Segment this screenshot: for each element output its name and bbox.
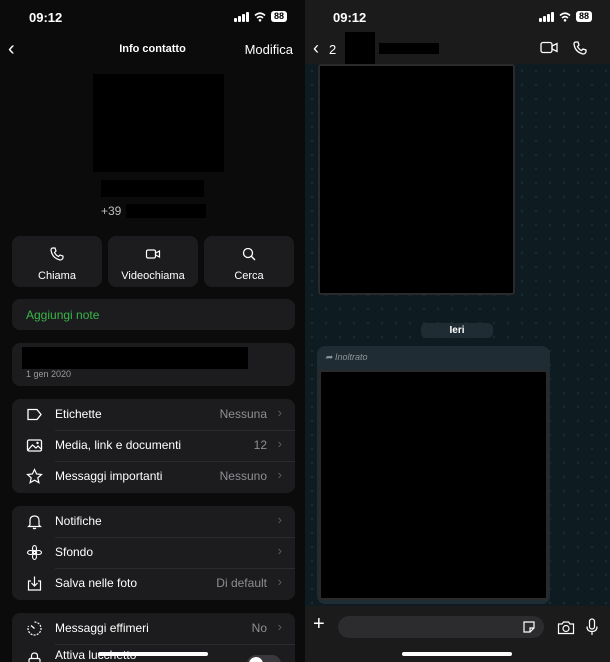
video-call-button[interactable]: Videochiama (108, 236, 198, 287)
labels-row[interactable]: Etichette Nessuna › (12, 399, 295, 430)
forwarded-label: ➦ Inoltrato (325, 352, 368, 362)
media-row[interactable]: Media, link e documenti 12 › (12, 430, 295, 461)
home-indicator (98, 652, 208, 656)
back-button[interactable]: ‹ (313, 38, 319, 59)
wifi-icon (559, 11, 571, 22)
wallpaper-icon (26, 544, 43, 561)
about-card: 1 gen 2020 (12, 343, 295, 386)
chevron-right-icon: › (277, 467, 282, 482)
label-icon (27, 408, 42, 421)
chat-screen: 09:12 88 ‹ 2 Ieri ➦ Inoltrato + (305, 0, 610, 662)
notifications-row[interactable]: Notifiche › (12, 506, 295, 537)
star-icon (26, 468, 43, 484)
disappearing-messages-value: No (251, 621, 267, 635)
disappearing-messages-row[interactable]: Messaggi effimeri No › (12, 613, 295, 644)
info-group-2: Notifiche › Sfondo › Salva nelle foto Di… (12, 506, 295, 600)
chat-lock-toggle[interactable] (247, 655, 281, 662)
chevron-right-icon: › (277, 436, 282, 451)
phone-number-redacted (126, 204, 206, 218)
wallpaper-row[interactable]: Sfondo › (12, 537, 295, 568)
plus-icon[interactable]: + (313, 613, 325, 636)
chevron-right-icon: › (277, 405, 282, 420)
wallpaper-label: Sfondo (55, 545, 94, 559)
date-separator: Ieri (421, 323, 493, 338)
forwarded-message[interactable]: ➦ Inoltrato (317, 346, 550, 604)
starred-messages-label: Messaggi importanti (55, 469, 163, 483)
forwarded-media[interactable] (319, 370, 548, 600)
edit-button[interactable]: Modifica (245, 42, 293, 57)
call-label: Chiama (38, 270, 76, 282)
search-button[interactable]: Cerca (204, 236, 294, 287)
phone-icon (50, 247, 64, 261)
wifi-icon (254, 11, 266, 22)
battery-icon: 88 (575, 11, 592, 22)
phone-icon[interactable] (572, 40, 588, 56)
status-icons: 88 (233, 11, 287, 22)
signal-icon (538, 11, 554, 22)
status-time: 09:12 (29, 10, 63, 25)
battery-icon: 88 (270, 11, 287, 22)
add-notes-button[interactable]: Aggiungi note (12, 299, 295, 330)
media-message[interactable] (318, 64, 515, 295)
sticker-icon[interactable] (522, 620, 536, 634)
status-bar: 09:12 88 (0, 0, 305, 34)
status-icons: 88 (538, 11, 592, 22)
disappearing-messages-label: Messaggi effimeri (55, 621, 149, 635)
bell-icon (27, 515, 42, 530)
contact-name-redacted (101, 180, 204, 197)
media-icon (26, 439, 43, 452)
about-date: 1 gen 2020 (26, 369, 72, 379)
contact-avatar-redacted[interactable] (345, 32, 375, 64)
timer-icon (27, 621, 42, 636)
starred-messages-value: Nessuno (219, 469, 267, 483)
about-text-redacted (22, 347, 248, 369)
lock-icon (28, 652, 41, 662)
save-to-photos-row[interactable]: Salva nelle foto Di default › (12, 568, 295, 599)
message-composer: + (305, 606, 610, 662)
info-group-1: Etichette Nessuna › Media, link e docume… (12, 399, 295, 493)
labels-label: Etichette (55, 407, 102, 421)
media-count: 12 (253, 438, 267, 452)
status-time: 09:12 (333, 10, 367, 25)
chevron-right-icon: › (277, 543, 282, 558)
camera-icon[interactable] (557, 620, 575, 635)
profile-photo-redacted[interactable] (93, 74, 224, 172)
message-input[interactable] (338, 616, 544, 638)
video-icon (145, 249, 161, 259)
search-label: Cerca (234, 270, 264, 282)
chat-header: 09:12 88 ‹ 2 (305, 0, 610, 64)
save-to-photos-value: Di default (216, 576, 267, 590)
media-label: Media, link e documenti (55, 438, 182, 452)
labels-value: Nessuna (219, 407, 267, 421)
video-call-label: Videochiama (121, 270, 185, 282)
call-button[interactable]: Chiama (12, 236, 102, 287)
forwarded-text: Inoltrato (335, 352, 368, 362)
add-notes-label: Aggiungi note (26, 308, 100, 322)
contact-name-redacted[interactable] (379, 43, 439, 54)
search-icon (242, 247, 256, 261)
chevron-right-icon: › (277, 512, 282, 527)
phone-number: +39 (101, 204, 122, 218)
starred-messages-row[interactable]: Messaggi importanti Nessuno › (12, 461, 295, 492)
status-bar: 09:12 88 (305, 0, 610, 34)
unread-count[interactable]: 2 (329, 42, 336, 57)
home-indicator (402, 652, 512, 656)
chevron-right-icon: › (277, 619, 282, 634)
video-call-icon[interactable] (540, 41, 558, 54)
save-to-photos-label: Salva nelle foto (55, 576, 138, 590)
microphone-icon[interactable] (585, 618, 599, 636)
contact-info-screen: 09:12 88 ‹ Info contatto Modifica +39 Ch… (0, 0, 305, 662)
notifications-label: Notifiche (55, 514, 102, 528)
signal-icon (233, 11, 249, 22)
chevron-right-icon: › (277, 574, 282, 589)
save-photos-icon (27, 576, 42, 591)
